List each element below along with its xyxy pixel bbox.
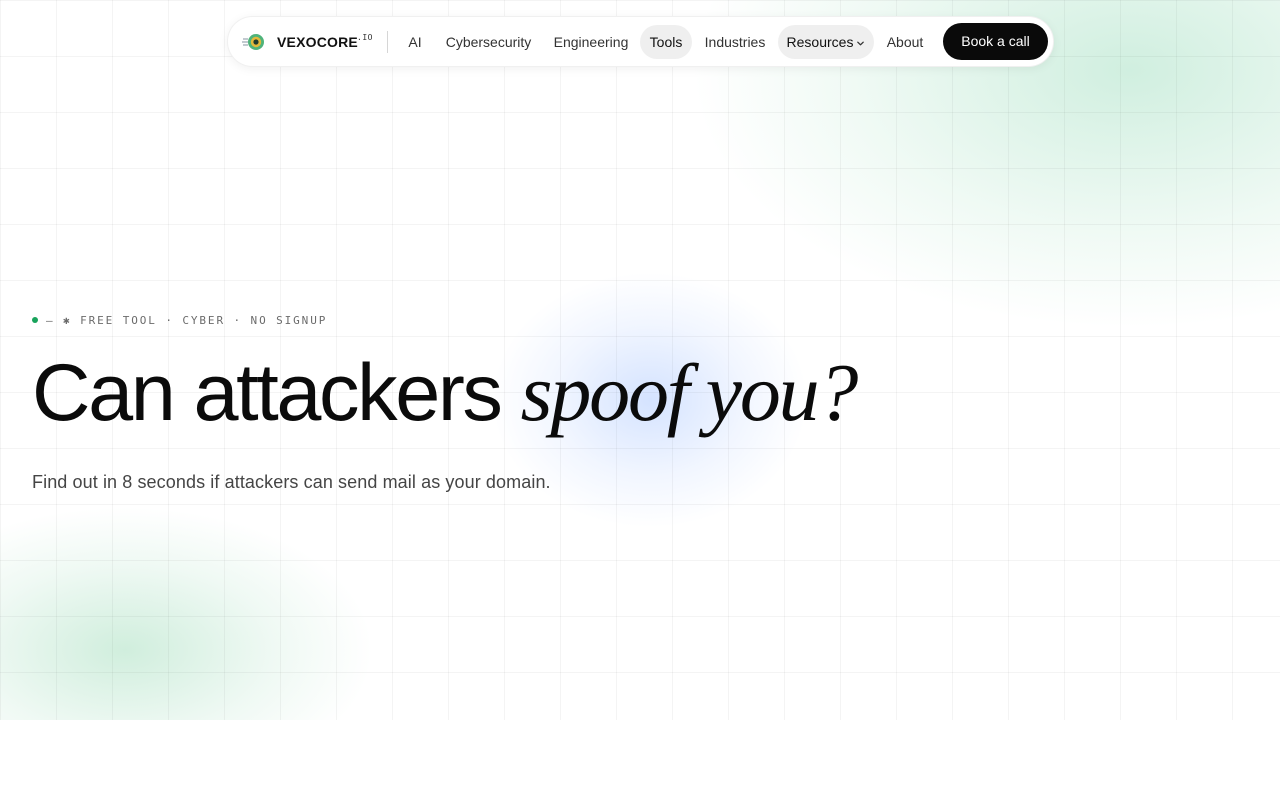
nav-divider: [387, 31, 388, 53]
book-a-call-button[interactable]: Book a call: [943, 23, 1048, 60]
nav-link-ai[interactable]: AI: [400, 25, 430, 59]
hero-section: VEXOCORE .IO AI Cybersecurity Engineerin…: [0, 0, 1280, 720]
nav-link-industries[interactable]: Industries: [697, 25, 773, 59]
vexocore-logo-icon[interactable]: [242, 30, 266, 54]
nav-link-tools[interactable]: Tools: [640, 25, 692, 59]
nav-link-resources-label: Resources: [786, 34, 854, 50]
brand-name[interactable]: VEXOCORE: [277, 34, 358, 50]
nav-link-resources[interactable]: Resources: [778, 25, 874, 59]
brand-suffix: .IO: [357, 33, 373, 42]
eyebrow-text: — ✱ FREE TOOL · CYBER · NO SIGNUP: [46, 313, 328, 327]
headline-main: Can attackers: [32, 348, 521, 438]
headline-italic: spoof you?: [520, 347, 859, 438]
hero-subheadline: Find out in 8 seconds if attackers can s…: [32, 472, 551, 492]
hero-eyebrow: — ✱ FREE TOOL · CYBER · NO SIGNUP: [32, 313, 327, 327]
chevron-down-icon: [857, 41, 865, 46]
nav-link-engineering[interactable]: Engineering: [546, 25, 636, 59]
status-dot-icon: [32, 317, 38, 323]
nav-link-cybersecurity[interactable]: Cybersecurity: [436, 25, 541, 59]
nav-link-about[interactable]: About: [880, 25, 930, 59]
hero-headline: Can attackers spoof you?: [32, 347, 859, 439]
top-navigation: VEXOCORE .IO AI Cybersecurity Engineerin…: [227, 16, 1054, 67]
